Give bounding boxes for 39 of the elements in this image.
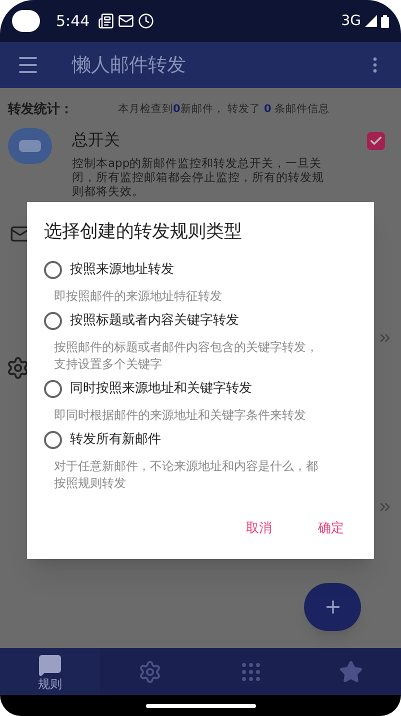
- option-label[interactable]: 同时按照来源地址和关键字转发: [70, 379, 252, 399]
- notification-icon: [98, 13, 114, 29]
- dialog-button[interactable]: 确定: [318, 519, 344, 538]
- settings-icon: [6, 356, 30, 380]
- nav-tab[interactable]: 规则: [0, 648, 100, 695]
- check-icon: [369, 134, 383, 148]
- signal-icon: [365, 15, 377, 27]
- add-button[interactable]: [304, 583, 361, 631]
- radio-button[interactable]: [44, 431, 62, 449]
- clock-icon: [138, 13, 154, 29]
- master-checkbox[interactable]: [367, 132, 385, 150]
- option-description: 即同时根据邮件的来源地址和关键字条件来转发: [54, 407, 307, 424]
- switch-description: 控制本app的新邮件监控和转发总开关，一旦关闭，所有监控邮箱都会停止监控，所有的转发规则都将失效。: [72, 156, 325, 198]
- option-description: 按照邮件的标题或者邮件内容包含的关键字转发，支持设置多个关键字: [54, 339, 319, 373]
- option-description: 对于任意新邮件，不论来源地址和内容是什么，都按照规则转发: [54, 458, 319, 492]
- mail-icon: [118, 13, 134, 29]
- switch-title: 总开关: [72, 128, 121, 150]
- radio-button[interactable]: [44, 312, 62, 330]
- app-title: 懒人邮件转发: [72, 52, 186, 78]
- time: 5:44: [56, 10, 90, 32]
- mail-icon: [10, 224, 30, 244]
- battery-icon: [381, 14, 389, 28]
- option-label[interactable]: 按照标题或者内容关键字转发: [70, 311, 239, 331]
- stats-label: 转发统计：: [8, 100, 74, 119]
- radio-button[interactable]: [44, 380, 62, 398]
- option-label[interactable]: 按照来源地址转发: [70, 260, 174, 280]
- message-icon: [38, 652, 62, 676]
- settings-icon: [138, 660, 162, 684]
- star-icon: [338, 660, 363, 684]
- radio-button[interactable]: [44, 261, 62, 279]
- stats-summary: 本月检查到0新邮件， 转发了 0 条邮件信息: [118, 102, 330, 117]
- mail-badge-icon: [8, 128, 52, 164]
- option-description: 即按照邮件的来源地址特征转发: [54, 288, 223, 305]
- camera-icon: [12, 10, 40, 32]
- dialog-button[interactable]: 取消: [246, 519, 272, 538]
- dialog-title: 选择创建的转发规则类型: [44, 220, 243, 244]
- option-label[interactable]: 转发所有新邮件: [70, 430, 161, 450]
- network-type: 3G: [341, 12, 361, 30]
- home-indicator[interactable]: [146, 704, 256, 708]
